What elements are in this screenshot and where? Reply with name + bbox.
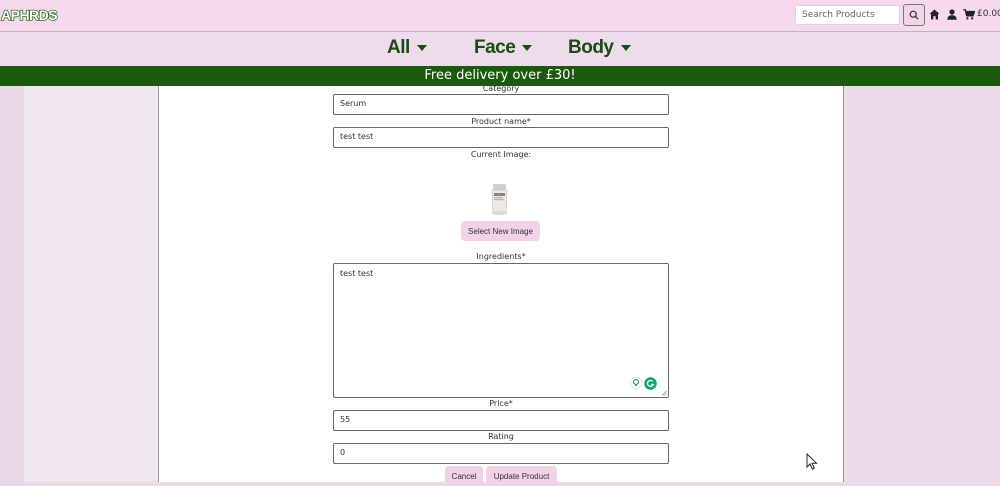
search-icon (909, 10, 919, 20)
home-icon[interactable] (929, 9, 940, 20)
nav-face[interactable]: Face (474, 37, 533, 59)
rating-input[interactable]: 0 (333, 443, 669, 464)
side-column-left (24, 86, 158, 482)
rating-label: Rating (488, 432, 514, 441)
update-product-button[interactable]: Update Product (486, 466, 557, 486)
price-input[interactable]: 55 (333, 410, 669, 431)
nav-all-label: All (387, 37, 410, 58)
price-label: Price* (489, 399, 513, 408)
current-image-label: Current Image: (470, 150, 532, 159)
nav-body-label: Body (568, 37, 614, 58)
caret-down-icon (620, 45, 631, 51)
ingredients-label: Ingredients* (476, 252, 526, 261)
caret-down-icon (416, 45, 427, 51)
grammarly-icon[interactable] (644, 377, 657, 390)
side-margin-left (0, 86, 24, 482)
cancel-button[interactable]: Cancel (445, 466, 483, 486)
cart-icon[interactable] (963, 9, 975, 20)
category-label: Category (482, 84, 520, 93)
mouse-cursor-icon (806, 453, 818, 470)
lightbulb-icon[interactable] (630, 377, 642, 389)
ingredients-text: test test (340, 269, 374, 278)
nav-face-label: Face (474, 37, 516, 58)
resize-handle-icon[interactable] (661, 390, 667, 396)
main-nav: All Face Body (0, 32, 1000, 66)
top-header: APHRDS £0.00 (0, 0, 1000, 32)
delivery-banner: Free delivery over £30! (0, 66, 1000, 86)
ingredients-textarea[interactable]: test test (333, 263, 669, 398)
product-image (473, 182, 525, 222)
category-select[interactable]: Serum (333, 94, 669, 115)
nav-body[interactable]: Body (568, 37, 631, 59)
user-icon[interactable] (947, 9, 957, 20)
cart-total[interactable]: £0.00 (977, 9, 1000, 19)
edit-product-form: Category Serum Product name* test test C… (158, 84, 844, 486)
select-new-image-button[interactable]: Select New Image (461, 221, 540, 241)
side-column-right (843, 86, 1000, 482)
search-input[interactable] (795, 5, 900, 25)
search-button[interactable] (903, 4, 925, 26)
product-name-input[interactable]: test test (333, 127, 669, 148)
nav-all[interactable]: All (387, 37, 427, 59)
caret-down-icon (522, 45, 533, 51)
product-name-label: Product name* (471, 117, 531, 126)
site-logo[interactable]: APHRDS (0, 6, 58, 23)
